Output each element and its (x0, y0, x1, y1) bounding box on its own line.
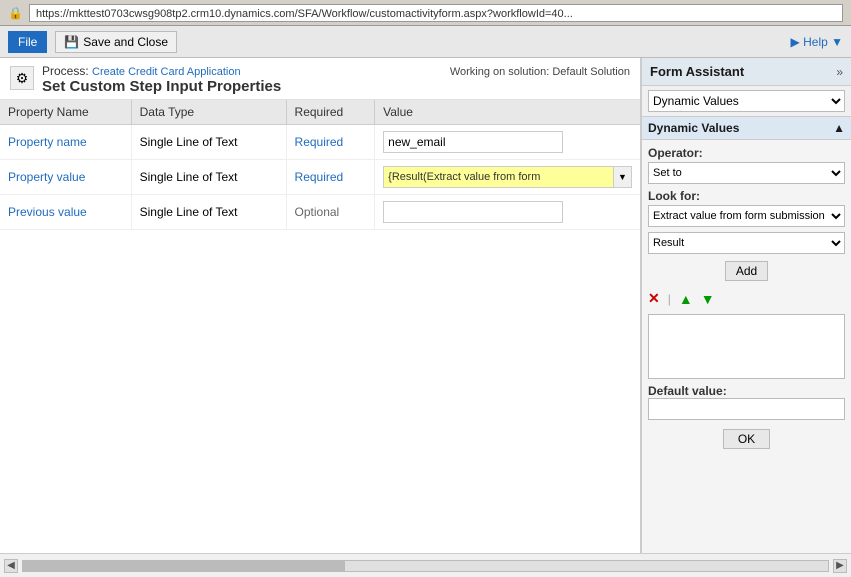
fa-operator-select[interactable]: Set to (648, 162, 845, 184)
process-breadcrumb: Process: Create Credit Card Application (42, 64, 281, 78)
required-cell: Required (295, 170, 344, 184)
form-assistant-header: Form Assistant » (642, 58, 851, 86)
scroll-thumb (23, 561, 345, 571)
app-toolbar: File 💾 Save and Close ▶ Help ▼ (0, 26, 851, 58)
fa-items-textarea[interactable] (648, 314, 845, 379)
fa-down-button[interactable]: ▼ (701, 291, 715, 307)
value-input-2[interactable] (383, 201, 563, 223)
gear-icon: ⚙ (10, 66, 34, 90)
property-name-cell: Property value (8, 170, 85, 184)
fa-default-input[interactable] (648, 398, 845, 420)
url-bar[interactable]: https://mkttest0703cwsg908tp2.crm10.dyna… (29, 4, 843, 22)
value-highlight-row: {Result(Extract value from form ▼ (383, 166, 632, 188)
fa-delete-button[interactable]: ✕ (648, 290, 660, 307)
scroll-track[interactable] (22, 560, 829, 572)
fa-lookfor-group: Look for: Extract value from form submis… (648, 189, 845, 227)
form-assistant-expand-icon[interactable]: » (836, 65, 843, 79)
fa-collapse-icon[interactable]: ▲ (833, 121, 845, 135)
property-table: Property Name Data Type Required Value P… (0, 100, 640, 553)
col-value: Value (375, 100, 640, 125)
property-name-cell: Property name (8, 135, 87, 149)
browser-bar: 🔒 https://mkttest0703cwsg908tp2.crm10.dy… (0, 0, 851, 26)
value-dropdown-button[interactable]: ▼ (614, 166, 632, 188)
scroll-right-arrow[interactable]: ▶ (833, 559, 847, 573)
fa-default-value-group: Default value: (648, 384, 845, 420)
required-cell: Required (295, 135, 344, 149)
page-title: Set Custom Step Input Properties (42, 78, 281, 95)
table-row: Previous value Single Line of Text Optio… (0, 195, 640, 230)
lock-icon: 🔒 (8, 6, 23, 20)
fa-toolbar: ✕ | ▲ ▼ (648, 288, 845, 309)
help-button[interactable]: ▶ Help ▼ (791, 35, 843, 49)
fa-operator-label: Operator: (648, 146, 845, 160)
left-panel: ⚙ Process: Create Credit Card Applicatio… (0, 58, 641, 553)
fa-section-header: Dynamic Values ▲ (642, 117, 851, 140)
col-required: Required (286, 100, 375, 125)
fa-result-group: Result (648, 232, 845, 254)
property-name-cell: Previous value (8, 205, 87, 219)
table-row: Property name Single Line of Text Requir… (0, 125, 640, 160)
solution-label: Working on solution: Default Solution (450, 66, 630, 78)
fa-dropdown-row: Dynamic Values (642, 86, 851, 117)
fa-ok-button[interactable]: OK (723, 429, 770, 449)
main-content: ⚙ Process: Create Credit Card Applicatio… (0, 58, 851, 553)
scroll-left-arrow[interactable]: ◀ (4, 559, 18, 573)
required-cell: Optional (295, 205, 340, 219)
fa-lookfor-select[interactable]: Extract value from form submission (648, 205, 845, 227)
process-left: ⚙ Process: Create Credit Card Applicatio… (10, 64, 281, 95)
process-header: ⚙ Process: Create Credit Card Applicatio… (0, 58, 640, 100)
solution-text: Working on solution: Default Solution (450, 64, 630, 78)
col-property-name: Property Name (0, 100, 131, 125)
fa-divider: | (668, 292, 671, 306)
fa-up-button[interactable]: ▲ (679, 291, 693, 307)
fa-result-select[interactable]: Result (648, 232, 845, 254)
form-assistant-title: Form Assistant (650, 64, 744, 79)
process-label: Process: (42, 64, 89, 78)
data-type-cell: Single Line of Text (140, 205, 238, 219)
process-text: Process: Create Credit Card Application … (42, 64, 281, 95)
fa-lookfor-label: Look for: (648, 189, 845, 203)
process-link[interactable]: Create Credit Card Application (92, 66, 241, 78)
col-data-type: Data Type (131, 100, 286, 125)
fa-body: Operator: Set to Look for: Extract value… (642, 140, 851, 553)
highlight-text: {Result(Extract value from form (388, 171, 540, 183)
value-input-0[interactable] (383, 131, 563, 153)
save-close-label: Save and Close (83, 35, 168, 49)
fa-main-select[interactable]: Dynamic Values (648, 90, 845, 112)
value-highlight-field[interactable]: {Result(Extract value from form (383, 166, 614, 188)
fa-default-label: Default value: (648, 384, 845, 398)
save-close-button[interactable]: 💾 Save and Close (55, 31, 177, 53)
file-button[interactable]: File (8, 31, 47, 53)
fa-add-button[interactable]: Add (725, 261, 768, 281)
table-header-row: Property Name Data Type Required Value (0, 100, 640, 125)
data-type-cell: Single Line of Text (140, 170, 238, 184)
save-icon: 💾 (64, 35, 79, 49)
data-type-cell: Single Line of Text (140, 135, 238, 149)
fa-section-label: Dynamic Values (648, 121, 739, 135)
bottom-scrollbar: ◀ ▶ (0, 553, 851, 577)
form-assistant-panel: Form Assistant » Dynamic Values Dynamic … (641, 58, 851, 553)
table-row: Property value Single Line of Text Requi… (0, 160, 640, 195)
fa-operator-group: Operator: Set to (648, 146, 845, 184)
